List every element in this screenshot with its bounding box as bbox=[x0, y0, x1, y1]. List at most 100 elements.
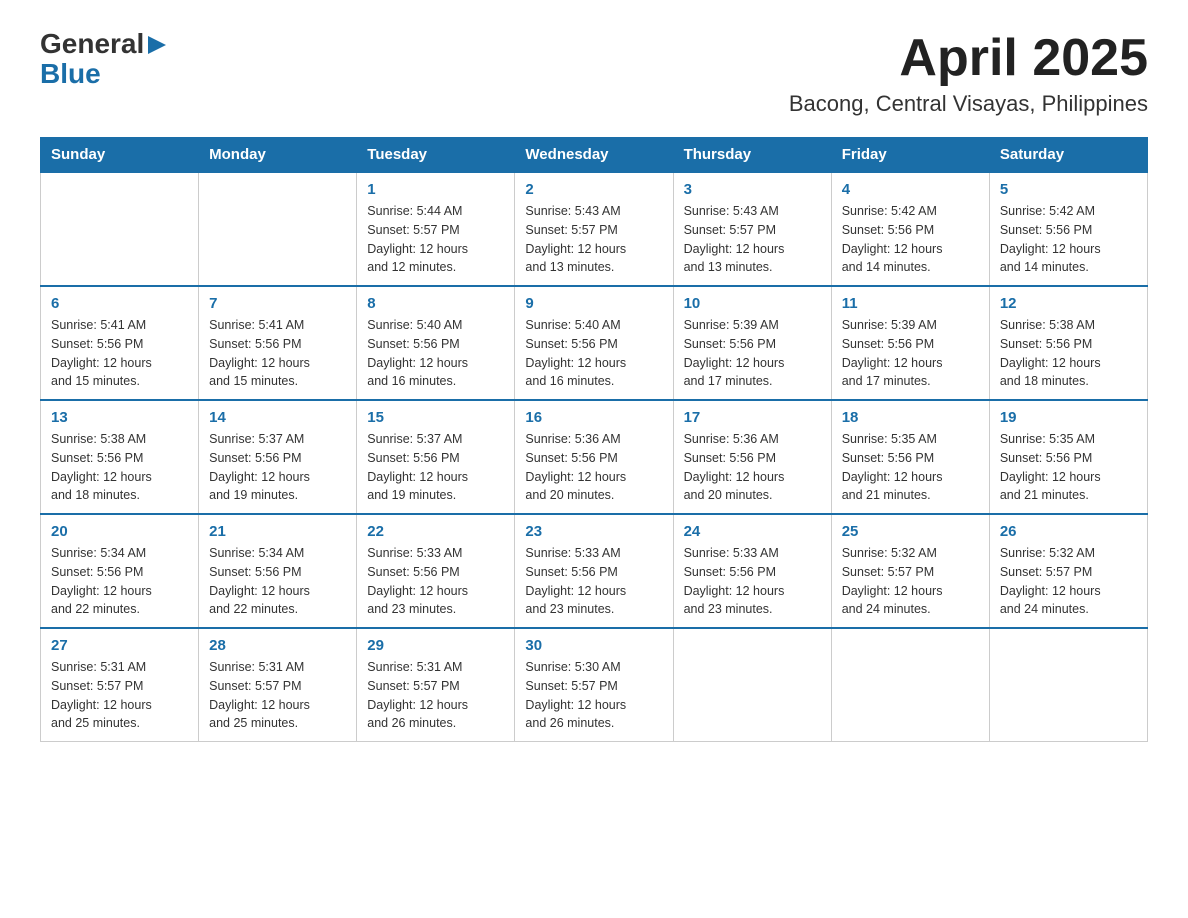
day-info: Sunrise: 5:39 AMSunset: 5:56 PMDaylight:… bbox=[684, 316, 821, 391]
day-info: Sunrise: 5:44 AMSunset: 5:57 PMDaylight:… bbox=[367, 202, 504, 277]
day-info: Sunrise: 5:37 AMSunset: 5:56 PMDaylight:… bbox=[209, 430, 346, 505]
day-number: 2 bbox=[525, 181, 662, 198]
calendar-cell: 17 Sunrise: 5:36 AMSunset: 5:56 PMDayligh… bbox=[673, 400, 831, 514]
day-number: 9 bbox=[525, 295, 662, 312]
weekday-header: Friday bbox=[831, 138, 989, 173]
logo: General Blue bbox=[40, 30, 168, 90]
day-number: 4 bbox=[842, 181, 979, 198]
day-info: Sunrise: 5:34 AMSunset: 5:56 PMDaylight:… bbox=[51, 544, 188, 619]
day-number: 18 bbox=[842, 409, 979, 426]
weekday-header: Saturday bbox=[989, 138, 1147, 173]
logo-arrow-icon bbox=[146, 34, 168, 56]
calendar-cell: 22 Sunrise: 5:33 AMSunset: 5:56 PMDayligh… bbox=[357, 514, 515, 628]
day-info: Sunrise: 5:30 AMSunset: 5:57 PMDaylight:… bbox=[525, 658, 662, 733]
day-number: 28 bbox=[209, 637, 346, 654]
calendar-cell: 8 Sunrise: 5:40 AMSunset: 5:56 PMDaylight… bbox=[357, 286, 515, 400]
calendar-cell bbox=[199, 172, 357, 286]
day-info: Sunrise: 5:31 AMSunset: 5:57 PMDaylight:… bbox=[367, 658, 504, 733]
day-info: Sunrise: 5:32 AMSunset: 5:57 PMDaylight:… bbox=[842, 544, 979, 619]
calendar-cell: 28 Sunrise: 5:31 AMSunset: 5:57 PMDayligh… bbox=[199, 628, 357, 742]
calendar-cell: 26Sunrise: 5:32 AMSunset: 5:57 PMDayligh… bbox=[989, 514, 1147, 628]
month-title: April 2025 bbox=[789, 30, 1148, 87]
day-number: 22 bbox=[367, 523, 504, 540]
day-info: Sunrise: 5:36 AMSunset: 5:56 PMDaylight:… bbox=[525, 430, 662, 505]
calendar-cell: 4 Sunrise: 5:42 AMSunset: 5:56 PMDaylight… bbox=[831, 172, 989, 286]
day-info: Sunrise: 5:41 AMSunset: 5:56 PMDaylight:… bbox=[51, 316, 188, 391]
day-info: Sunrise: 5:39 AMSunset: 5:56 PMDaylight:… bbox=[842, 316, 979, 391]
calendar-cell: 27Sunrise: 5:31 AMSunset: 5:57 PMDayligh… bbox=[41, 628, 199, 742]
day-number: 14 bbox=[209, 409, 346, 426]
calendar-cell: 9 Sunrise: 5:40 AMSunset: 5:56 PMDaylight… bbox=[515, 286, 673, 400]
day-number: 25 bbox=[842, 523, 979, 540]
day-info: Sunrise: 5:37 AMSunset: 5:56 PMDaylight:… bbox=[367, 430, 504, 505]
calendar-cell: 7 Sunrise: 5:41 AMSunset: 5:56 PMDaylight… bbox=[199, 286, 357, 400]
calendar-cell bbox=[41, 172, 199, 286]
day-info: Sunrise: 5:33 AMSunset: 5:56 PMDaylight:… bbox=[684, 544, 821, 619]
title-block: April 2025 Bacong, Central Visayas, Phil… bbox=[789, 30, 1148, 117]
day-info: Sunrise: 5:43 AMSunset: 5:57 PMDaylight:… bbox=[525, 202, 662, 277]
weekday-header: Tuesday bbox=[357, 138, 515, 173]
weekday-header: Wednesday bbox=[515, 138, 673, 173]
calendar-week-row: 13 Sunrise: 5:38 AMSunset: 5:56 PMDayligh… bbox=[41, 400, 1148, 514]
calendar-cell: 14 Sunrise: 5:37 AMSunset: 5:56 PMDayligh… bbox=[199, 400, 357, 514]
calendar-cell: 2 Sunrise: 5:43 AMSunset: 5:57 PMDaylight… bbox=[515, 172, 673, 286]
day-number: 8 bbox=[367, 295, 504, 312]
calendar-cell: 10 Sunrise: 5:39 AMSunset: 5:56 PMDayligh… bbox=[673, 286, 831, 400]
calendar-cell: 12Sunrise: 5:38 AMSunset: 5:56 PMDayligh… bbox=[989, 286, 1147, 400]
day-info: Sunrise: 5:40 AMSunset: 5:56 PMDaylight:… bbox=[525, 316, 662, 391]
calendar-table: SundayMondayTuesdayWednesdayThursdayFrid… bbox=[40, 137, 1148, 742]
calendar-cell: 6 Sunrise: 5:41 AMSunset: 5:56 PMDaylight… bbox=[41, 286, 199, 400]
calendar-cell: 21Sunrise: 5:34 AMSunset: 5:56 PMDayligh… bbox=[199, 514, 357, 628]
day-number: 11 bbox=[842, 295, 979, 312]
calendar-cell: 24 Sunrise: 5:33 AMSunset: 5:56 PMDayligh… bbox=[673, 514, 831, 628]
calendar-week-row: 6 Sunrise: 5:41 AMSunset: 5:56 PMDaylight… bbox=[41, 286, 1148, 400]
calendar-week-row: 20 Sunrise: 5:34 AMSunset: 5:56 PMDayligh… bbox=[41, 514, 1148, 628]
day-number: 1 bbox=[367, 181, 504, 198]
day-info: Sunrise: 5:31 AMSunset: 5:57 PMDaylight:… bbox=[209, 658, 346, 733]
day-number: 7 bbox=[209, 295, 346, 312]
day-number: 16 bbox=[525, 409, 662, 426]
day-info: Sunrise: 5:38 AMSunset: 5:56 PMDaylight:… bbox=[51, 430, 188, 505]
calendar-cell bbox=[989, 628, 1147, 742]
calendar-cell: 16 Sunrise: 5:36 AMSunset: 5:56 PMDayligh… bbox=[515, 400, 673, 514]
logo-general: General bbox=[40, 30, 144, 58]
day-number: 17 bbox=[684, 409, 821, 426]
calendar-cell bbox=[673, 628, 831, 742]
day-info: Sunrise: 5:33 AMSunset: 5:56 PMDaylight:… bbox=[525, 544, 662, 619]
day-number: 29 bbox=[367, 637, 504, 654]
day-info: Sunrise: 5:43 AMSunset: 5:57 PMDaylight:… bbox=[684, 202, 821, 277]
day-number: 3 bbox=[684, 181, 821, 198]
calendar-cell: 18 Sunrise: 5:35 AMSunset: 5:56 PMDayligh… bbox=[831, 400, 989, 514]
calendar-cell: 11 Sunrise: 5:39 AMSunset: 5:56 PMDayligh… bbox=[831, 286, 989, 400]
day-info: Sunrise: 5:42 AMSunset: 5:56 PMDaylight:… bbox=[842, 202, 979, 277]
day-number: 10 bbox=[684, 295, 821, 312]
calendar-cell: 19Sunrise: 5:35 AMSunset: 5:56 PMDayligh… bbox=[989, 400, 1147, 514]
day-number: 6 bbox=[51, 295, 188, 312]
day-number: 15 bbox=[367, 409, 504, 426]
day-number: 26 bbox=[1000, 523, 1137, 540]
day-info: Sunrise: 5:33 AMSunset: 5:56 PMDaylight:… bbox=[367, 544, 504, 619]
calendar-cell: 30Sunrise: 5:30 AMSunset: 5:57 PMDayligh… bbox=[515, 628, 673, 742]
day-number: 13 bbox=[51, 409, 188, 426]
weekday-header: Sunday bbox=[41, 138, 199, 173]
calendar-cell: 5Sunrise: 5:42 AMSunset: 5:56 PMDaylight… bbox=[989, 172, 1147, 286]
calendar-cell: 1 Sunrise: 5:44 AMSunset: 5:57 PMDaylight… bbox=[357, 172, 515, 286]
day-number: 27 bbox=[51, 637, 188, 654]
day-info: Sunrise: 5:41 AMSunset: 5:56 PMDaylight:… bbox=[209, 316, 346, 391]
calendar-cell: 13 Sunrise: 5:38 AMSunset: 5:56 PMDayligh… bbox=[41, 400, 199, 514]
day-info: Sunrise: 5:35 AMSunset: 5:56 PMDaylight:… bbox=[842, 430, 979, 505]
location-title: Bacong, Central Visayas, Philippines bbox=[789, 91, 1148, 117]
day-info: Sunrise: 5:42 AMSunset: 5:56 PMDaylight:… bbox=[1000, 202, 1137, 277]
day-number: 21 bbox=[209, 523, 346, 540]
day-info: Sunrise: 5:36 AMSunset: 5:56 PMDaylight:… bbox=[684, 430, 821, 505]
calendar-cell: 25 Sunrise: 5:32 AMSunset: 5:57 PMDayligh… bbox=[831, 514, 989, 628]
day-number: 24 bbox=[684, 523, 821, 540]
calendar-cell: 20 Sunrise: 5:34 AMSunset: 5:56 PMDayligh… bbox=[41, 514, 199, 628]
calendar-cell bbox=[831, 628, 989, 742]
weekday-header: Thursday bbox=[673, 138, 831, 173]
page-header: General Blue April 2025 Bacong, Central … bbox=[40, 30, 1148, 117]
calendar-cell: 15 Sunrise: 5:37 AMSunset: 5:56 PMDayligh… bbox=[357, 400, 515, 514]
day-info: Sunrise: 5:40 AMSunset: 5:56 PMDaylight:… bbox=[367, 316, 504, 391]
day-number: 20 bbox=[51, 523, 188, 540]
calendar-header: SundayMondayTuesdayWednesdayThursdayFrid… bbox=[41, 138, 1148, 173]
